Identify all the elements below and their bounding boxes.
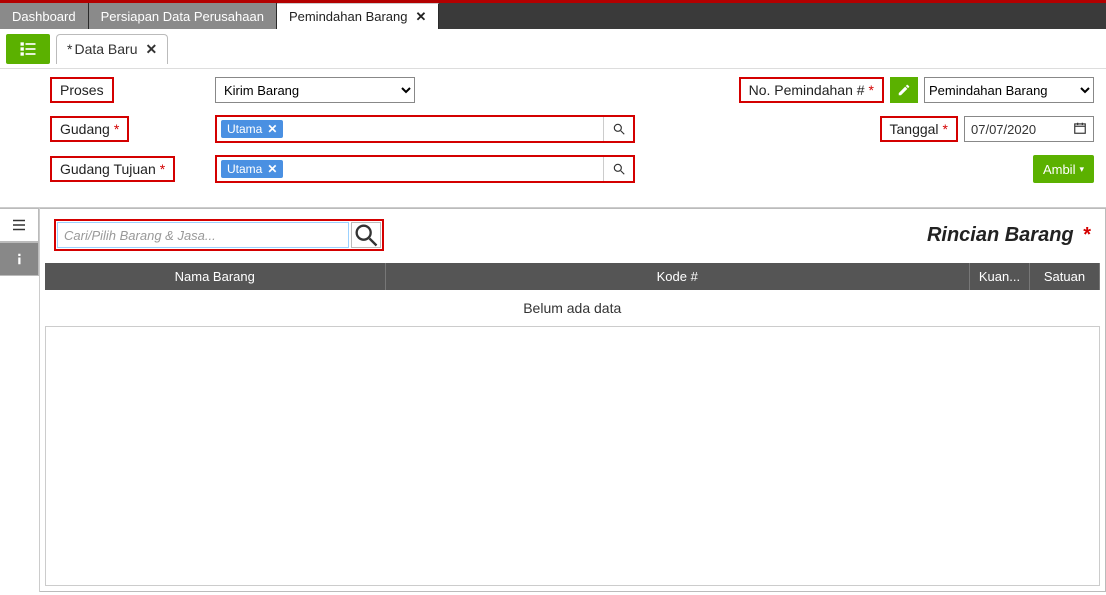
tab-persiapan[interactable]: Persiapan Data Perusahaan [89, 3, 277, 29]
number-type-select[interactable]: Pemindahan Barang [924, 77, 1094, 103]
remove-icon[interactable]: ✕ [267, 162, 277, 176]
tab-pemindahan-barang[interactable]: Pemindahan Barang ✕ [277, 3, 439, 29]
col-kuan[interactable]: Kuan... [970, 263, 1030, 290]
edit-number-button[interactable] [890, 77, 918, 103]
item-search-input[interactable] [57, 222, 349, 248]
label-tanggal: Tanggal* [880, 116, 959, 142]
col-nama[interactable]: Nama Barang [45, 263, 385, 290]
tab-dashboard[interactable]: Dashboard [0, 3, 89, 29]
label-proses: Proses [50, 77, 114, 103]
col-kode[interactable]: Kode # [385, 263, 970, 290]
chevron-down-icon: ▾ [1079, 164, 1084, 175]
info-icon [10, 250, 28, 268]
tanggal-value: 07/07/2020 [971, 122, 1036, 137]
item-search-box [54, 219, 384, 251]
sidetab-info[interactable] [0, 242, 39, 276]
gudang-search-button[interactable] [603, 117, 633, 141]
search-icon [612, 122, 626, 136]
main-tabstrip: Dashboard Persiapan Data Perusahaan Pemi… [0, 3, 1106, 29]
label-gudang-tujuan: Gudang Tujuan* [50, 156, 175, 182]
section-title: Rincian Barang * [927, 224, 1091, 247]
remove-icon[interactable]: ✕ [267, 122, 277, 136]
empty-row: Belum ada data [45, 290, 1100, 326]
subtab-data-baru[interactable]: * Data Baru ✕ [56, 34, 168, 64]
gudang-field[interactable]: Utama✕ [215, 115, 635, 143]
dirty-marker: * [67, 41, 72, 57]
tanggal-field[interactable]: 07/07/2020 [964, 116, 1094, 142]
calendar-icon[interactable] [1073, 121, 1087, 138]
search-icon [612, 162, 626, 176]
ambil-button[interactable]: Ambil▾ [1033, 155, 1094, 183]
label-gudang: Gudang* [50, 116, 129, 142]
gudang-tujuan-tag[interactable]: Utama✕ [221, 160, 283, 178]
sidetab-detail[interactable] [0, 208, 39, 242]
list-view-button[interactable] [6, 34, 50, 64]
close-icon[interactable]: ✕ [146, 41, 158, 58]
item-search-button[interactable] [351, 222, 381, 248]
pencil-icon [897, 83, 911, 97]
lines-icon [10, 216, 28, 234]
subtab-label: Data Baru [74, 41, 137, 57]
col-satuan[interactable]: Satuan [1030, 263, 1100, 290]
proses-select[interactable]: Kirim Barang [215, 77, 415, 103]
gudang-tujuan-field[interactable]: Utama✕ [215, 155, 635, 183]
list-icon [18, 39, 38, 59]
close-icon[interactable]: ✕ [415, 9, 426, 25]
gudang-tujuan-search-button[interactable] [603, 157, 633, 181]
tab-label: Pemindahan Barang [289, 9, 408, 24]
search-icon [352, 221, 380, 249]
grid-body [45, 326, 1100, 586]
item-table: Nama Barang Kode # Kuan... Satuan Belum … [45, 263, 1100, 326]
label-no-pemindahan: No. Pemindahan #* [739, 77, 884, 103]
gudang-tag[interactable]: Utama✕ [221, 120, 283, 138]
